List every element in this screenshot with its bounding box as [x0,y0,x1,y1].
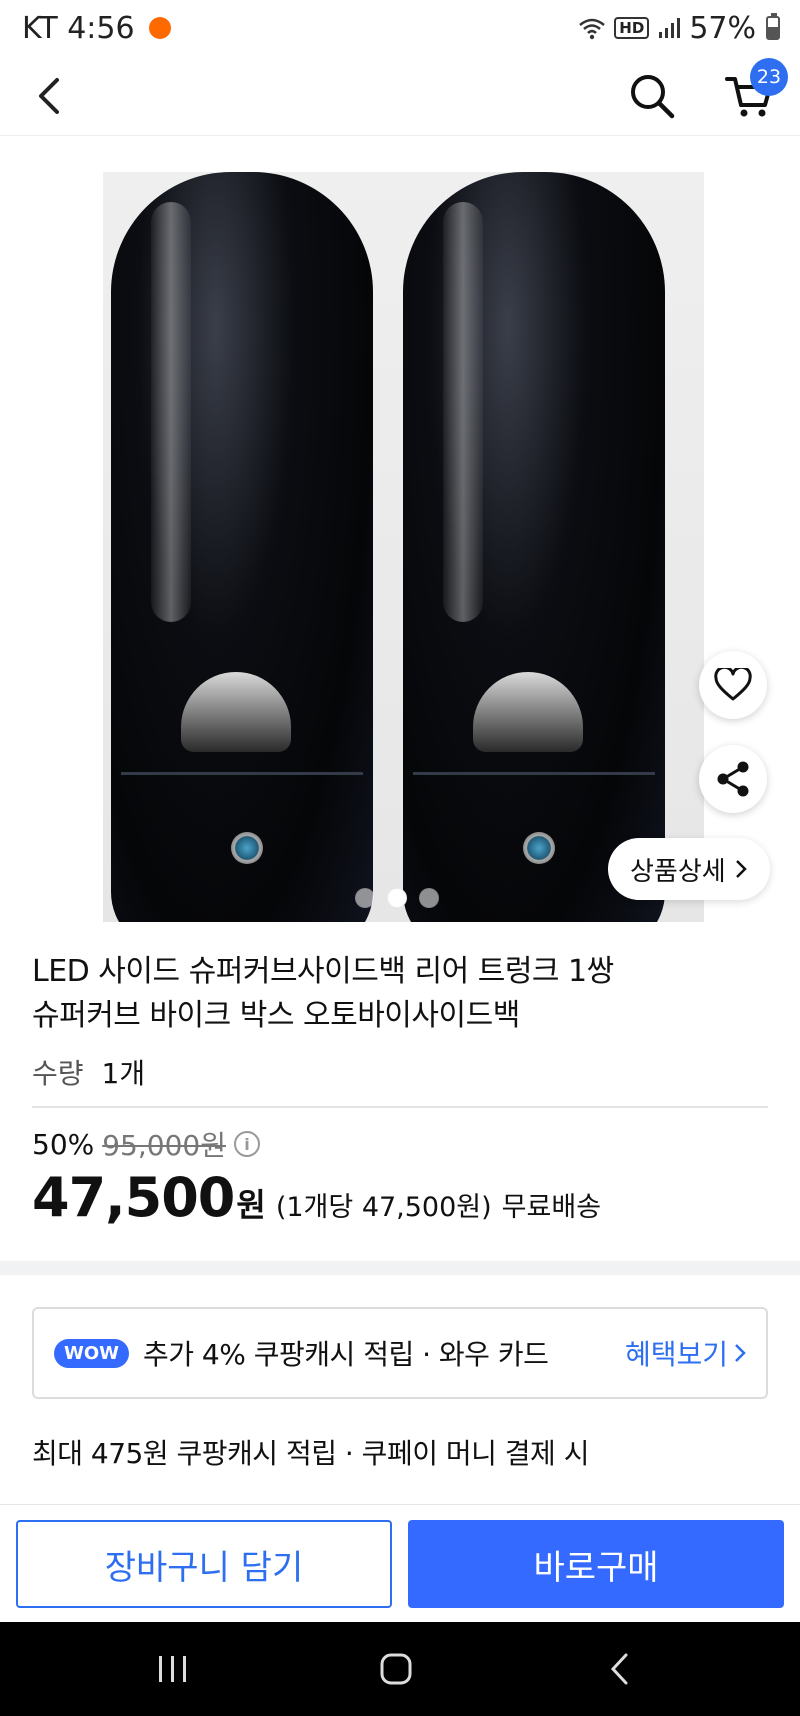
battery-percent: 57% [689,10,756,46]
share-button[interactable] [699,745,767,813]
status-right: HD 57% [578,11,780,46]
search-button[interactable] [622,66,682,126]
view-benefits-link[interactable]: 혜택보기 [625,1333,746,1373]
buy-now-button[interactable]: 바로구매 [408,1520,784,1608]
back-button[interactable] [24,70,76,122]
unit-price: (1개당 47,500원) [275,1192,492,1223]
wifi-icon [579,18,606,40]
cart-count-badge: 23 [750,58,788,96]
heart-icon [714,668,752,701]
bottom-action-bar: 장바구니 담기 바로구매 [0,1504,800,1622]
gallery-dot-active[interactable] [387,888,407,908]
status-left: KT 4:56 [22,11,171,46]
product-title: LED 사이드 슈퍼커브사이드백 리어 트렁크 1쌍 슈퍼커브 바이크 박스 오… [32,950,732,1038]
notification-icon [148,17,171,39]
back-icon [39,78,59,114]
product-detail-button[interactable]: 상품상세 [608,838,770,900]
system-back-button[interactable] [590,1645,650,1693]
wow-badge: WOW [54,1338,130,1368]
share-icon [717,761,749,797]
currency-label: 원 [236,1186,266,1224]
quantity-row[interactable]: 수량 1개 [32,1052,145,1092]
wishlist-button[interactable] [699,651,767,719]
chevron-right-icon [735,1344,746,1362]
cashback-info: 최대 475원 쿠팡캐시 적립 · 쿠페이 머니 결제 시 [32,1437,589,1470]
sale-price: 47,500 [32,1166,235,1229]
recent-apps-icon [159,1656,186,1682]
product-detail-label: 상품상세 [630,856,726,887]
quantity-value: 1개 [101,1057,146,1090]
home-button[interactable] [366,1645,426,1693]
wow-benefit-box[interactable]: WOW 추가 4% 쿠팡캐시 적립 · 와우 카드 혜택보기 [32,1307,768,1399]
quantity-label: 수량 [32,1057,84,1090]
wow-benefit-text: 추가 4% 쿠팡캐시 적립 · 와우 카드 [143,1338,549,1371]
chevron-right-icon [735,860,747,878]
home-icon [380,1653,412,1685]
price-main-row: 47,500 원 (1개당 47,500원) 무료배송 [32,1166,601,1229]
product-title-line: 슈퍼커브 바이크 박스 오토바이사이드백 [32,998,520,1033]
section-divider [0,1261,800,1275]
product-photo-right-bag [403,172,665,922]
status-bar: KT 4:56 HD 57% [0,0,800,56]
carrier-time: KT 4:56 [22,10,135,46]
gallery-dot[interactable] [419,888,439,908]
hd-badge: HD [614,17,650,39]
signal-icon [659,18,681,38]
gallery-dot[interactable] [355,888,375,908]
cart-button[interactable]: 23 [716,58,788,126]
divider [32,1106,768,1108]
add-to-cart-button[interactable]: 장바구니 담기 [16,1520,392,1608]
system-nav-bar [0,1622,800,1716]
search-icon [631,75,675,119]
discount-rate: 50% [32,1127,95,1161]
recent-apps-button[interactable] [143,1645,203,1693]
product-image[interactable] [103,172,704,922]
app-header: 23 [0,56,800,136]
view-benefits-label: 혜택보기 [624,1338,728,1371]
product-title-line: LED 사이드 슈퍼커브사이드백 리어 트렁크 1쌍 [32,954,614,989]
shipping-info: 무료배송 [501,1192,602,1223]
price-discount-row: 50% 95,000원 i [32,1124,260,1164]
battery-icon [766,13,780,40]
product-photo-left-bag [111,172,373,922]
gallery-pagination [355,888,439,908]
info-icon[interactable]: i [233,1131,260,1157]
back-icon [610,1653,628,1685]
original-price: 95,000원 [102,1129,226,1162]
